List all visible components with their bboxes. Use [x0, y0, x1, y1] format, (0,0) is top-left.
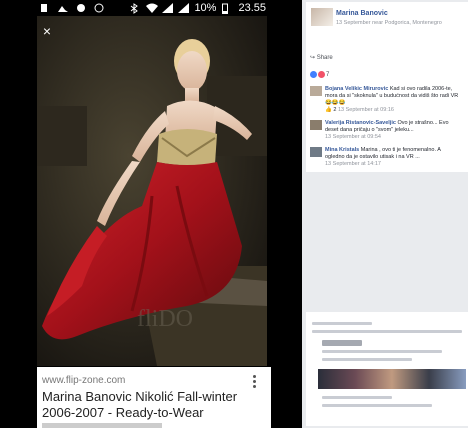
- messenger-icon: [94, 3, 104, 13]
- blurred-line: [312, 322, 372, 325]
- signal-icon-2: [178, 3, 190, 13]
- like-icon: [310, 71, 317, 78]
- comment-3: Mina Kristals Marina , ovo ti je fenomen…: [310, 147, 460, 171]
- blurred-line: [322, 340, 362, 346]
- reaction-count: 7: [326, 71, 330, 78]
- chat-icon: [76, 3, 86, 13]
- avatar[interactable]: [311, 8, 333, 26]
- comment-time: 13 September at 14:17: [325, 161, 381, 167]
- image-icon: [58, 3, 68, 13]
- comment-2: Valerija Ristanovic-Saveljic Ovo je stra…: [310, 120, 460, 146]
- comment-author[interactable]: Mina Kristals: [325, 147, 359, 153]
- avatar[interactable]: [310, 120, 322, 130]
- blurred-line: [322, 358, 412, 361]
- post-meta: 13 September near Podgorica, Montenegro: [336, 20, 442, 26]
- bluetooth-icon: [130, 3, 140, 14]
- svg-text:fliDO: fliDO: [137, 306, 193, 332]
- comment-likes: 2: [333, 107, 337, 113]
- blurred-feed-content: [306, 312, 468, 426]
- share-icon: ↪: [310, 55, 317, 61]
- avatar[interactable]: [310, 86, 322, 96]
- more-options-icon[interactable]: [253, 375, 257, 390]
- share-button[interactable]: ↪ Share: [310, 54, 333, 61]
- clock: 23.55: [238, 2, 266, 14]
- facebook-post: Marina Banovic 13 September near Podgori…: [306, 2, 468, 172]
- blurred-photo-strip: [318, 369, 466, 389]
- status-left-icons: [40, 3, 104, 13]
- status-right-icons: 10% 23.55: [130, 2, 266, 14]
- comment-author[interactable]: Valerija Ristanovic-Saveljic: [325, 120, 396, 126]
- reactions-summary[interactable]: 7: [310, 71, 329, 78]
- comment-time: 13 September at 09:16: [337, 107, 394, 113]
- blurred-line: [322, 396, 392, 399]
- fashion-photo: fliDO: [37, 16, 267, 366]
- comment-author[interactable]: Bojana Velikic Mirurovic: [325, 86, 388, 92]
- phone-screenshot: 10% 23.55 fliDO × www.flip-zone.com Mari…: [0, 0, 302, 428]
- blurred-line: [322, 350, 442, 353]
- blurred-line: [312, 330, 462, 333]
- result-card[interactable]: www.flip-zone.com Marina Banovic Nikolić…: [37, 367, 271, 428]
- signal-icon: [162, 3, 174, 13]
- close-icon[interactable]: ×: [40, 24, 54, 38]
- thumbs-up-icon: 👍: [325, 107, 332, 113]
- avatar[interactable]: [310, 147, 322, 157]
- love-icon: [318, 71, 325, 78]
- post-author[interactable]: Marina Banovic: [336, 10, 388, 17]
- result-title[interactable]: Marina Banovic Nikolić Fall-winter 2006-…: [42, 389, 242, 421]
- wifi-icon: [146, 3, 159, 13]
- truncated-text: [42, 423, 162, 428]
- source-domain[interactable]: www.flip-zone.com: [42, 375, 125, 386]
- comment-time: 13 September at 09:54: [325, 134, 381, 140]
- notification-icon: [40, 3, 50, 13]
- blurred-line: [322, 404, 432, 407]
- comment-1: Bojana Velikic Mirurovic Kad si ovo radi…: [310, 86, 460, 116]
- facebook-panel: Marina Banovic 13 September near Podgori…: [302, 0, 468, 428]
- battery-icon: [222, 3, 232, 14]
- battery-percent: 10%: [194, 2, 217, 14]
